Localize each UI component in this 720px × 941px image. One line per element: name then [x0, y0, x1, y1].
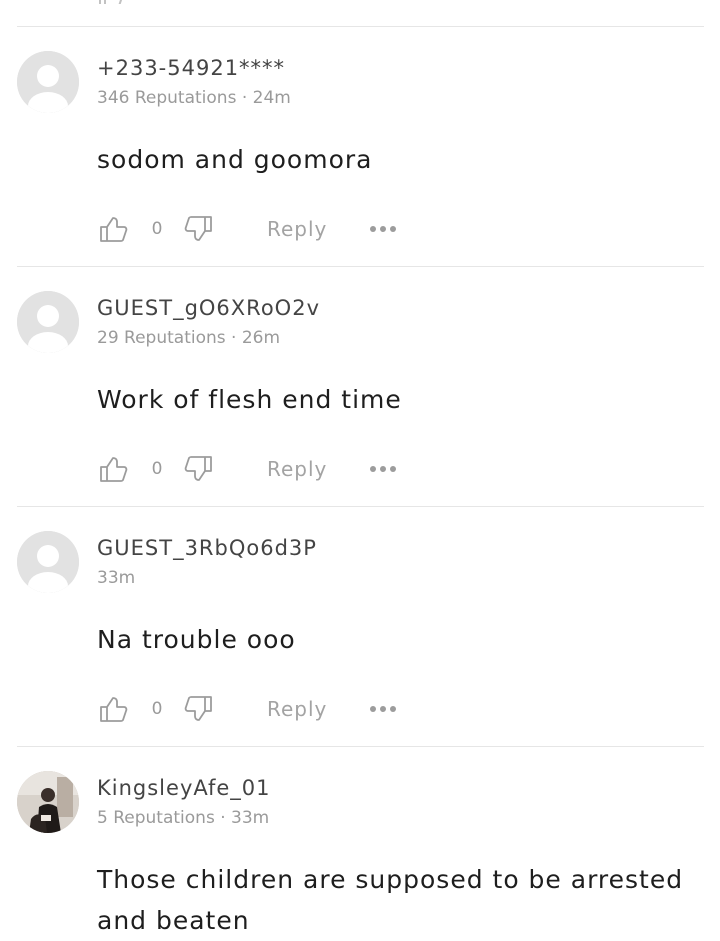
comment-text: Na trouble ooo [97, 625, 296, 654]
comment-actions: 0 Reply [97, 212, 417, 246]
comment-text: Those children are supposed to be arrest… [97, 865, 684, 935]
thumbs-down-icon [184, 696, 212, 721]
default-avatar-icon[interactable] [17, 531, 79, 593]
dislike-button[interactable] [183, 452, 215, 486]
reply-button[interactable]: Reply [267, 212, 331, 246]
comment-item: GUEST_3RbQo6d3P 33m Na trouble ooo 0 Rep… [0, 506, 720, 746]
comment-author[interactable]: KingsleyAfe_01 [97, 776, 271, 800]
more-options-button[interactable] [367, 452, 399, 486]
comment-item: KingsleyAfe_01 5 Reputations · 33m Those… [0, 746, 720, 935]
thumbs-up-icon [100, 217, 128, 242]
like-button[interactable] [97, 212, 129, 246]
default-avatar-icon[interactable] [17, 51, 79, 113]
more-options-button[interactable] [367, 212, 399, 246]
previous-comment-actions [97, 0, 213, 4]
thumbs-up-icon [100, 697, 128, 722]
like-count: 0 [151, 699, 163, 719]
default-avatar-icon[interactable] [17, 291, 79, 353]
like-button[interactable] [97, 452, 129, 486]
like-count: 0 [151, 219, 163, 239]
more-options-button[interactable] [367, 692, 399, 726]
reply-button[interactable]: Reply [267, 452, 331, 486]
comment-meta: 346 Reputations · 24m [97, 88, 291, 108]
comment-author[interactable]: GUEST_3RbQo6d3P [97, 536, 317, 560]
comment-actions: 0 Reply [97, 692, 417, 726]
comment-text: sodom and goomora [97, 145, 373, 174]
more-dots-icon [370, 706, 396, 712]
reply-button[interactable]: Reply [267, 692, 331, 726]
comment-text: Work of flesh end time [97, 385, 402, 414]
more-dots-icon [370, 466, 396, 472]
like-icon[interactable] [97, 0, 125, 4]
like-count: 0 [151, 459, 163, 479]
comment-item: +233-54921**** 346 Reputations · 24m sod… [0, 26, 720, 266]
thumbs-down-icon [184, 216, 212, 241]
user-photo-avatar[interactable] [17, 771, 79, 833]
comment-meta: 29 Reputations · 26m [97, 328, 281, 348]
comment-item: GUEST_gO6XRoO2v 29 Reputations · 26m Wor… [0, 266, 720, 506]
thumbs-down-icon [184, 456, 212, 481]
comment-author[interactable]: GUEST_gO6XRoO2v [97, 296, 320, 320]
dislike-icon[interactable] [185, 0, 213, 4]
comment-actions: 0 Reply [97, 452, 417, 486]
thumbs-up-icon [100, 457, 128, 482]
dislike-button[interactable] [183, 212, 215, 246]
comment-meta: 33m [97, 568, 136, 588]
like-button[interactable] [97, 692, 129, 726]
comment-author[interactable]: +233-54921**** [97, 56, 285, 80]
more-dots-icon [370, 226, 396, 232]
dislike-button[interactable] [183, 692, 215, 726]
comment-meta: 5 Reputations · 33m [97, 808, 270, 828]
